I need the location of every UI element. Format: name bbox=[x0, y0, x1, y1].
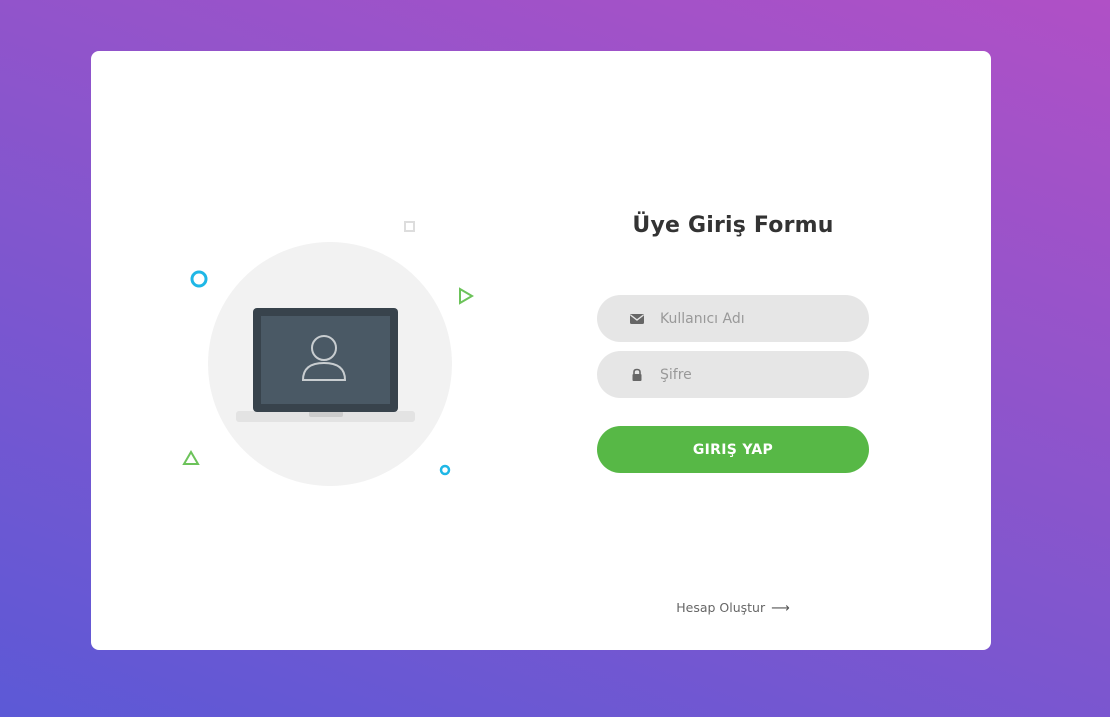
login-illustration bbox=[91, 51, 541, 650]
username-field[interactable] bbox=[597, 295, 869, 342]
create-account-link[interactable]: Hesap Oluştur ⟶ bbox=[597, 600, 869, 616]
lock-icon bbox=[629, 367, 645, 383]
laptop-user-icon bbox=[182, 221, 474, 486]
login-card: Üye Giriş Formu GIRIŞ YAP Hesap Oluştur bbox=[91, 51, 991, 650]
envelope-icon bbox=[629, 311, 645, 327]
password-field[interactable] bbox=[597, 351, 869, 398]
arrow-right-icon: ⟶ bbox=[771, 601, 790, 616]
login-form: Üye Giriş Formu GIRIŞ YAP Hesap Oluştur bbox=[597, 51, 869, 650]
username-input[interactable] bbox=[660, 295, 855, 342]
login-button[interactable]: GIRIŞ YAP bbox=[597, 426, 869, 473]
password-input[interactable] bbox=[660, 351, 855, 398]
form-title: Üye Giriş Formu bbox=[632, 213, 834, 238]
create-account-label: Hesap Oluştur bbox=[676, 600, 766, 615]
